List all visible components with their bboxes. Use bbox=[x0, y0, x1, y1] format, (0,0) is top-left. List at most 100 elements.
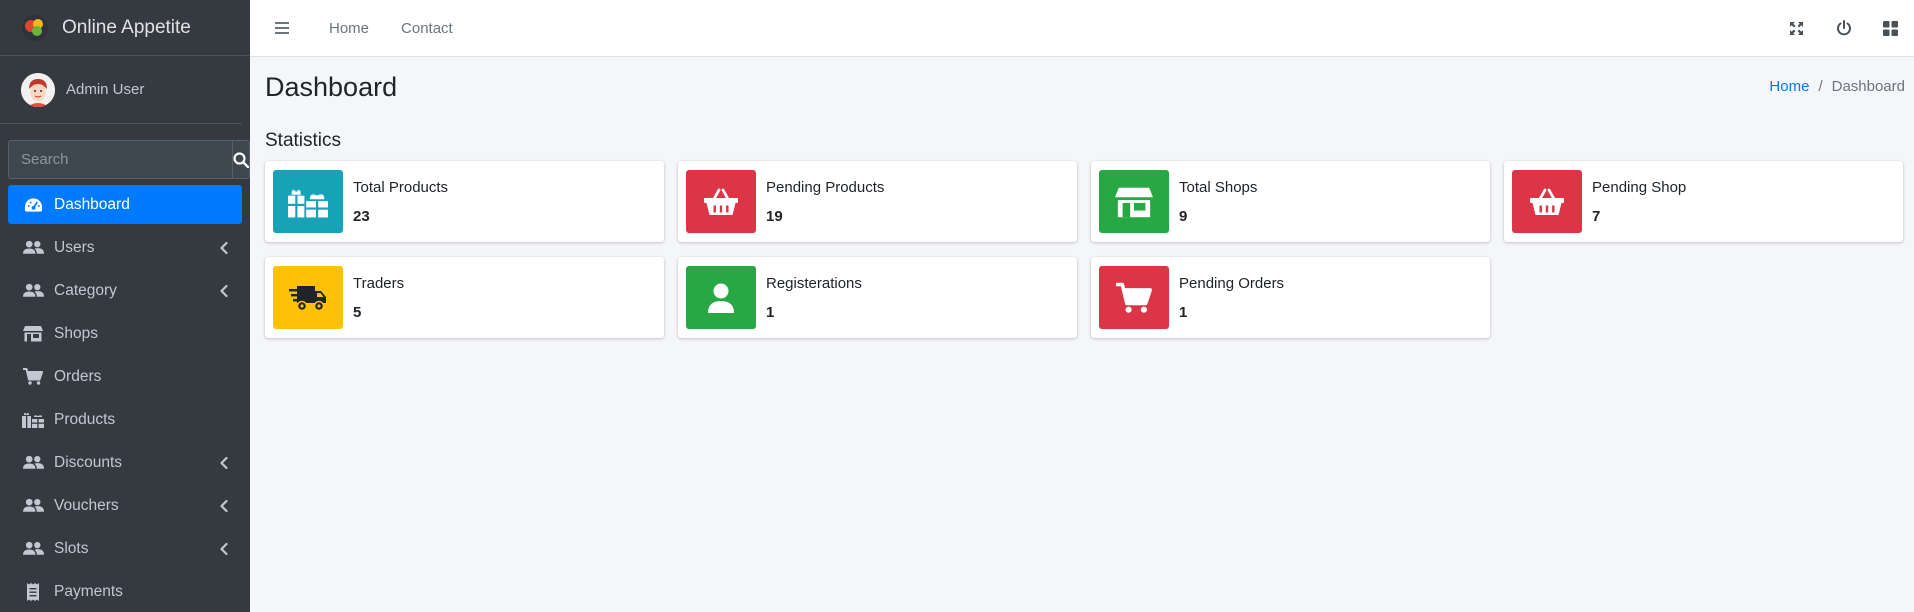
user-panel[interactable]: Admin User bbox=[0, 56, 242, 124]
stat-value: 1 bbox=[1179, 303, 1188, 321]
users-icon bbox=[22, 282, 44, 300]
control-sidebar-button[interactable] bbox=[1867, 0, 1914, 56]
cart-icon bbox=[1099, 266, 1169, 329]
logout-button[interactable] bbox=[1820, 0, 1867, 56]
sidebar-item-users[interactable]: Users bbox=[8, 228, 242, 267]
grid-icon bbox=[1883, 20, 1898, 36]
sidebar-item-shops[interactable]: Shops bbox=[8, 314, 242, 353]
users-icon bbox=[22, 497, 44, 515]
stat-label: Total Shops bbox=[1179, 178, 1258, 196]
section-title: Statistics bbox=[265, 130, 342, 151]
sidebar-item-orders[interactable]: Orders bbox=[8, 357, 242, 396]
stat-value: 9 bbox=[1179, 207, 1188, 225]
expand-icon bbox=[1790, 21, 1803, 35]
basket-icon bbox=[686, 170, 756, 233]
sidebar-item-dashboard[interactable]: Dashboard bbox=[8, 185, 242, 224]
sidebar-item-label: Slots bbox=[54, 539, 89, 557]
navbar-right bbox=[1773, 0, 1914, 56]
sidebar-item-label: Orders bbox=[54, 367, 102, 385]
chevron-left-icon bbox=[220, 542, 228, 560]
breadcrumb-separator: / bbox=[1818, 78, 1823, 95]
hamburger-menu-icon[interactable] bbox=[273, 21, 293, 35]
users-icon bbox=[22, 454, 44, 472]
sidebar-item-vouchers[interactable]: Vouchers bbox=[8, 486, 242, 525]
chevron-left-icon bbox=[220, 456, 228, 474]
stat-label: Pending Products bbox=[766, 178, 885, 196]
power-icon bbox=[1836, 20, 1851, 36]
sidebar-item-label: Category bbox=[54, 281, 117, 299]
sidebar-item-label: Shops bbox=[54, 324, 98, 342]
stat-card-body: Pending Orders 1 bbox=[1179, 275, 1284, 321]
sidebar-item-payments[interactable]: Payments bbox=[8, 572, 242, 611]
stat-label: Traders bbox=[353, 274, 405, 292]
stat-card-pending-products: Pending Products 19 bbox=[678, 161, 1077, 242]
search-input[interactable] bbox=[8, 140, 232, 179]
users-icon bbox=[22, 239, 44, 257]
sidebar-item-discounts[interactable]: Discounts bbox=[8, 443, 242, 482]
stat-label: Total Products bbox=[353, 178, 449, 196]
breadcrumb-current: Dashboard bbox=[1831, 78, 1905, 95]
top-navbar: Home Contact bbox=[250, 0, 1914, 57]
store-icon bbox=[22, 325, 44, 343]
search-button[interactable] bbox=[232, 140, 250, 179]
stat-card-body: Pending Products 19 bbox=[766, 179, 884, 225]
stat-card-registerations: Registerations 1 bbox=[678, 257, 1077, 338]
sidebar-item-label: Products bbox=[54, 410, 116, 428]
stat-card-pending-shop: Pending Shop 7 bbox=[1504, 161, 1903, 242]
sidebar-item-label: Vouchers bbox=[54, 496, 119, 514]
stat-card-body: Total Products 23 bbox=[353, 179, 448, 225]
chevron-left-icon bbox=[220, 284, 228, 302]
sidebar-nav: Dashboard Users Category Shops Orders Product… bbox=[0, 185, 250, 611]
stat-value: 1 bbox=[766, 303, 775, 321]
truck-icon bbox=[273, 266, 343, 329]
sidebar-item-label: Discounts bbox=[54, 453, 123, 471]
stat-value: 5 bbox=[353, 303, 362, 321]
stat-card-body: Total Shops 9 bbox=[1179, 179, 1257, 225]
sidebar-item-label: Dashboard bbox=[54, 195, 130, 213]
content-header: Dashboard Home / Dashboard bbox=[265, 72, 1905, 112]
stat-label: Pending Orders bbox=[1179, 274, 1285, 292]
sidebar-search bbox=[8, 140, 250, 179]
chevron-left-icon bbox=[220, 241, 228, 259]
stat-card-body: Registerations 1 bbox=[766, 275, 862, 321]
basket-icon bbox=[1512, 170, 1582, 233]
store-icon bbox=[1099, 170, 1169, 233]
breadcrumb: Home / Dashboard bbox=[1769, 78, 1905, 95]
stat-value: 7 bbox=[1592, 207, 1601, 225]
sidebar: Online Appetite Admin User Dashbo bbox=[0, 0, 250, 612]
search-icon bbox=[233, 151, 249, 168]
stat-card-traders: Traders 5 bbox=[265, 257, 664, 338]
chevron-left-icon bbox=[220, 499, 228, 517]
stat-value: 19 bbox=[766, 207, 783, 225]
brand-logo-icon bbox=[22, 14, 48, 41]
sidebar-item-category[interactable]: Category bbox=[8, 271, 242, 310]
cart-icon bbox=[22, 368, 44, 386]
stat-card-body: Pending Shop 7 bbox=[1592, 179, 1686, 225]
sidebar-item-label: Users bbox=[54, 238, 95, 256]
nav-link-home[interactable]: Home bbox=[313, 20, 385, 37]
nav-link-contact[interactable]: Contact bbox=[385, 20, 469, 37]
stat-cards: Total Products 23 Pending Products 19 Total … bbox=[265, 161, 1905, 338]
stat-value: 23 bbox=[353, 207, 370, 225]
stat-label: Registerations bbox=[766, 274, 862, 292]
gifts-icon bbox=[22, 411, 44, 429]
receipt-icon bbox=[22, 582, 44, 601]
stat-card-total-shops: Total Shops 9 bbox=[1091, 161, 1490, 242]
stat-card-body: Traders 5 bbox=[353, 275, 404, 321]
fullscreen-button[interactable] bbox=[1773, 0, 1820, 56]
user-name: Admin User bbox=[66, 81, 145, 98]
sidebar-item-products[interactable]: Products bbox=[8, 400, 242, 439]
users-icon bbox=[22, 540, 44, 558]
sidebar-item-slots[interactable]: Slots bbox=[8, 529, 242, 568]
breadcrumb-home[interactable]: Home bbox=[1769, 78, 1809, 95]
page-title: Dashboard bbox=[265, 72, 398, 102]
stat-card-pending-orders: Pending Orders 1 bbox=[1091, 257, 1490, 338]
brand[interactable]: Online Appetite bbox=[0, 0, 250, 56]
gifts-icon bbox=[273, 170, 343, 233]
brand-name: Online Appetite bbox=[62, 16, 191, 38]
stat-card-total-products: Total Products 23 bbox=[265, 161, 664, 242]
sidebar-item-label: Payments bbox=[54, 582, 123, 600]
avatar bbox=[21, 72, 55, 107]
tachometer-icon bbox=[22, 196, 44, 214]
stat-label: Pending Shop bbox=[1592, 178, 1687, 196]
